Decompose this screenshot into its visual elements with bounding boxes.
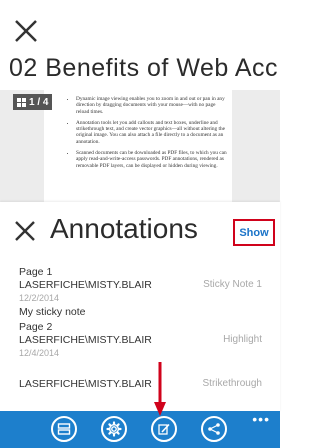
annotation-note: My sticky note — [19, 306, 86, 318]
document-title: 02 Benefits of Web Acc — [9, 54, 279, 82]
close-icon — [15, 20, 37, 42]
annotation-type[interactable]: Sticky Note 1 — [203, 279, 262, 290]
close-annotations-button[interactable] — [13, 219, 37, 243]
annotation-author[interactable]: LASERFICHE\MISTY.BLAIR — [19, 378, 152, 390]
edit-icon — [158, 423, 170, 435]
page-indicator-label: 1 / 4 — [29, 96, 49, 108]
page-indicator: 1 / 4 — [13, 94, 53, 110]
annotation-date: 12/4/2014 — [19, 348, 60, 358]
document-bullet: Scanned documents can be downloaded as P… — [76, 150, 228, 169]
annotation-author[interactable]: LASERFICHE\MISTY.BLAIR — [19, 279, 152, 291]
annotation-date: 12/2/2014 — [19, 293, 60, 303]
show-button-label: Show — [239, 226, 269, 239]
annotations-title: Annotations — [50, 213, 198, 244]
gear-icon — [106, 421, 122, 437]
annotations-panel: Annotations Show Page 1 LASERFICHE\MISTY… — [0, 202, 280, 412]
document-text: Dynamic image viewing enables you to zoo… — [70, 96, 228, 174]
share-button[interactable] — [201, 416, 227, 442]
settings-button[interactable] — [101, 416, 127, 442]
document-bullet: Annotation tools let you add callouts an… — [76, 120, 228, 145]
document-bullet: Dynamic image viewing enables you to zoo… — [76, 96, 228, 115]
close-icon — [15, 221, 35, 241]
show-button[interactable]: Show — [233, 219, 275, 246]
annotation-type[interactable]: Highlight — [223, 334, 262, 345]
stack-icon — [57, 423, 71, 435]
close-document-button[interactable] — [13, 18, 39, 44]
pointer-arrow-icon — [154, 362, 166, 416]
more-button[interactable]: ••• — [252, 412, 270, 426]
annotation-page: Page 2 — [19, 321, 53, 333]
annotation-author[interactable]: LASERFICHE\MISTY.BLAIR — [19, 334, 152, 346]
thumbnails-icon — [17, 97, 26, 107]
app-bar: ••• — [0, 411, 280, 448]
annotation-page: Page 1 — [19, 266, 53, 278]
annotation-type[interactable]: Strikethrough — [203, 378, 262, 389]
annotations-button[interactable] — [151, 416, 177, 442]
stack-button[interactable] — [51, 416, 77, 442]
annotation-list: Page 1 LASERFICHE\MISTY.BLAIR Sticky Not… — [0, 264, 280, 412]
share-icon — [208, 423, 220, 435]
